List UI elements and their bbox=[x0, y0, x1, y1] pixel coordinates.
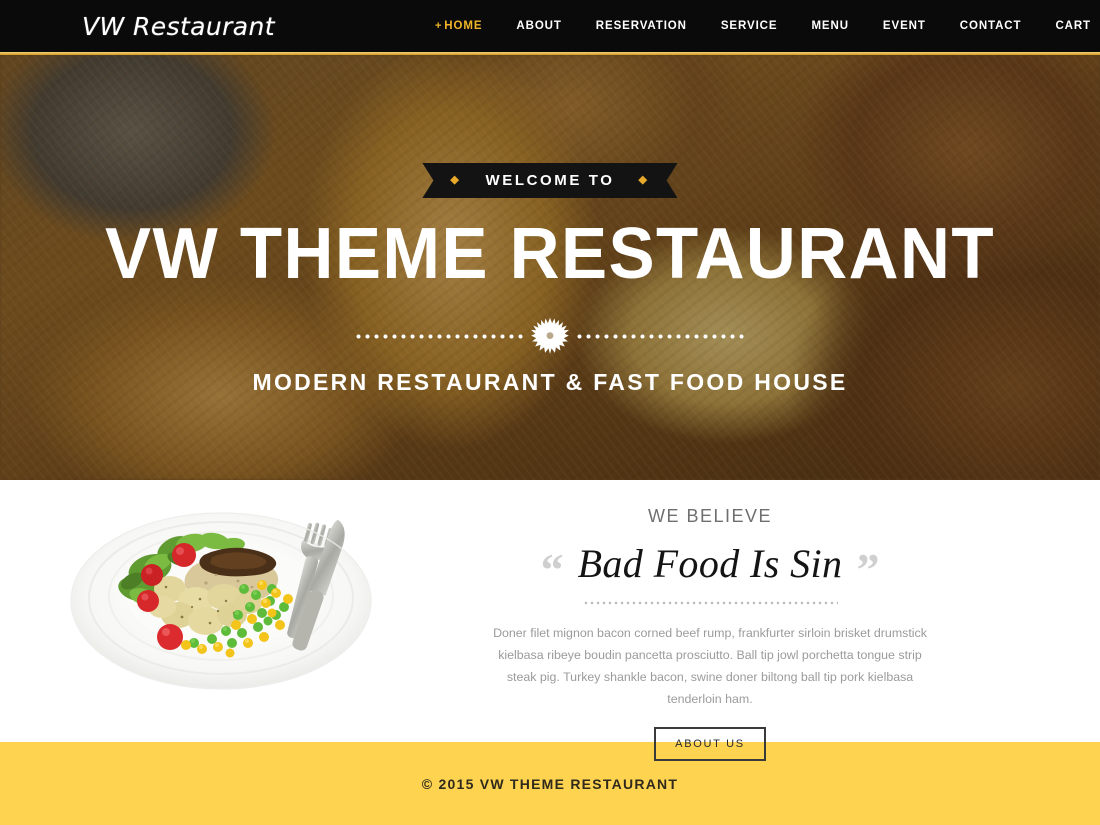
nav-item-menu[interactable]: MENU bbox=[794, 20, 865, 32]
nav-item-event[interactable]: EVENT bbox=[866, 20, 943, 32]
diamond-left-icon: ◆ bbox=[450, 174, 462, 186]
about-dotted-divider bbox=[582, 601, 838, 605]
site-logo[interactable]: VW Restaurant bbox=[82, 12, 275, 41]
nav-item-cart[interactable]: CART bbox=[1038, 20, 1100, 32]
plate-of-food-image bbox=[66, 497, 376, 697]
hero-divider bbox=[354, 317, 746, 355]
about-image-wrapper bbox=[0, 480, 380, 697]
hero-section: ◆ WELCOME TO ◆ VW THEME RESTAURANT MODER… bbox=[0, 55, 1100, 480]
nav-item-home[interactable]: + HOME bbox=[418, 20, 499, 32]
about-quote-row: “ Bad Food Is Sin ” bbox=[380, 540, 1040, 595]
about-body-text: Doner filet mignon bacon corned beef rum… bbox=[493, 626, 927, 707]
hero-subtitle: MODERN RESTAURANT & FAST FOOD HOUSE bbox=[252, 369, 848, 396]
welcome-ribbon-label: WELCOME TO bbox=[485, 172, 615, 189]
diamond-right-icon: ◆ bbox=[638, 174, 650, 186]
about-kicker: WE BELIEVE bbox=[647, 506, 773, 526]
hero-content: ◆ WELCOME TO ◆ VW THEME RESTAURANT MODER… bbox=[0, 55, 1100, 396]
welcome-ribbon: ◆ WELCOME TO ◆ bbox=[422, 163, 677, 198]
quote-close-icon: ” bbox=[856, 543, 880, 595]
dotted-line-right bbox=[575, 333, 746, 339]
nav-label-home: HOME bbox=[444, 20, 483, 32]
nav-item-service[interactable]: SERVICE bbox=[704, 20, 795, 32]
page-root: VW Restaurant + HOME ABOUT RESERVATION SE… bbox=[0, 0, 1100, 825]
nav-item-contact[interactable]: CONTACT bbox=[943, 20, 1039, 32]
nav-item-about[interactable]: ABOUT bbox=[499, 20, 578, 32]
footer-copyright: © 2015 VW THEME RESTAURANT bbox=[421, 775, 679, 792]
about-quote: Bad Food Is Sin bbox=[577, 541, 843, 586]
quote-open-icon: “ bbox=[540, 543, 564, 595]
main-navigation: + HOME ABOUT RESERVATION SERVICE MENU EVE… bbox=[418, 20, 1100, 32]
site-header: VW Restaurant + HOME ABOUT RESERVATION SE… bbox=[0, 0, 1100, 55]
hero-title: VW THEME RESTAURANT bbox=[104, 214, 996, 294]
about-text-block: WE BELIEVE “ Bad Food Is Sin ” Doner fil… bbox=[380, 480, 1100, 762]
dotted-line-left bbox=[354, 333, 525, 339]
nav-item-reservation[interactable]: RESERVATION bbox=[579, 20, 704, 32]
about-us-button[interactable]: ABOUT US bbox=[654, 727, 766, 762]
starburst-icon bbox=[531, 317, 569, 355]
about-section: WE BELIEVE “ Bad Food Is Sin ” Doner fil… bbox=[0, 480, 1100, 762]
plus-icon: + bbox=[434, 20, 443, 32]
